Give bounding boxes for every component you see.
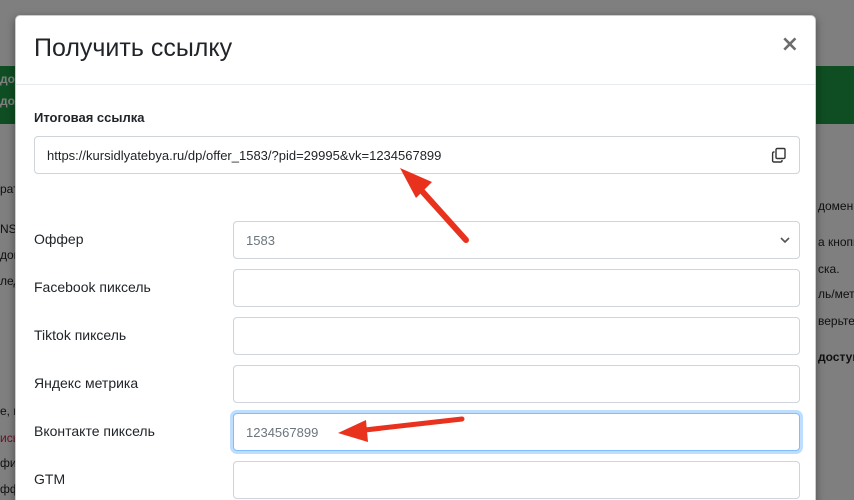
offer-label: Оффер	[34, 231, 84, 247]
facebook-label: Facebook пиксель	[34, 279, 151, 295]
vk-row: Вконтакте пиксель	[34, 413, 800, 451]
modal-header: Получить ссылку ×	[16, 16, 815, 85]
vk-pixel-input[interactable]	[233, 413, 800, 451]
yandex-metrika-input[interactable]	[233, 365, 800, 403]
gtm-input[interactable]	[233, 461, 800, 499]
copy-icon[interactable]	[771, 147, 787, 163]
result-link-label: Итоговая ссылка	[34, 110, 145, 125]
yandex-row: Яндекс метрика	[34, 365, 800, 403]
tiktok-pixel-input[interactable]	[233, 317, 800, 355]
chevron-down-icon	[780, 237, 790, 244]
offer-select[interactable]: 1583	[233, 221, 800, 259]
gtm-row: GTM	[34, 461, 800, 499]
tiktok-label: Tiktok пиксель	[34, 327, 127, 343]
tiktok-row: Tiktok пиксель	[34, 317, 800, 355]
offer-select-value: 1583	[246, 232, 275, 248]
get-link-modal: Получить ссылку × Итоговая ссылка https:…	[15, 15, 816, 500]
offer-row: Оффер 1583	[34, 221, 800, 259]
modal-title: Получить ссылку	[34, 34, 233, 62]
facebook-row: Facebook пиксель	[34, 269, 800, 307]
yandex-label: Яндекс метрика	[34, 375, 139, 391]
result-link-text: https://kursidlyatebya.ru/dp/offer_1583/…	[47, 147, 442, 163]
facebook-pixel-input[interactable]	[233, 269, 800, 307]
gtm-label: GTM	[34, 471, 66, 487]
vk-label: Вконтакте пиксель	[34, 423, 155, 439]
close-button[interactable]: ×	[781, 34, 799, 56]
result-link-field[interactable]: https://kursidlyatebya.ru/dp/offer_1583/…	[34, 136, 800, 174]
